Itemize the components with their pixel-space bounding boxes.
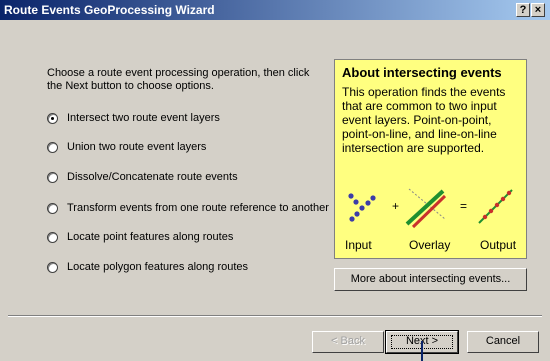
radio-button[interactable]: [47, 171, 58, 183]
overlay-label: Overlay: [409, 238, 451, 252]
radio-button-checked[interactable]: [47, 112, 58, 124]
option-label: Transform events from one route referenc…: [67, 202, 329, 214]
output-label: Output: [480, 238, 517, 252]
radio-button[interactable]: [47, 261, 58, 273]
intersect-diagram: + =: [348, 188, 513, 229]
info-description: This operation finds the events that are…: [342, 85, 506, 155]
option-dissolve[interactable]: Dissolve/Concatenate route events: [47, 169, 238, 185]
cancel-button[interactable]: Cancel: [467, 331, 539, 353]
text-cursor-icon: [421, 341, 423, 361]
option-label: Locate polygon features along routes: [67, 261, 249, 273]
option-locate-polygon[interactable]: Locate polygon features along routes: [47, 259, 248, 275]
option-intersect[interactable]: Intersect two route event layers: [47, 110, 220, 126]
input-points-icon: [348, 193, 376, 222]
option-label: Intersect two route event layers: [67, 112, 220, 124]
instructions-text: Choose a route event processing operatio…: [47, 67, 310, 92]
option-transform[interactable]: Transform events from one route referenc…: [47, 200, 329, 216]
wizard-window: Route Events GeoProcessing Wizard ? × Ch…: [0, 0, 550, 361]
radio-button[interactable]: [47, 202, 58, 214]
overlay-line-icon: [405, 188, 447, 229]
input-label: Input: [345, 238, 372, 252]
equals-sign: =: [460, 199, 467, 213]
close-button[interactable]: ×: [531, 3, 545, 17]
separator: [8, 315, 542, 317]
info-title: About intersecting events: [342, 65, 502, 80]
title-bar: Route Events GeoProcessing Wizard ? ×: [0, 0, 550, 20]
info-panel: About intersecting events This operation…: [334, 59, 527, 259]
option-union[interactable]: Union two route event layers: [47, 139, 206, 155]
more-info-button[interactable]: More about intersecting events...: [334, 268, 527, 291]
radio-button[interactable]: [47, 231, 58, 243]
radio-button[interactable]: [47, 141, 58, 153]
option-locate-point[interactable]: Locate point features along routes: [47, 229, 233, 245]
plus-sign: +: [392, 199, 399, 213]
operation-panel: Choose a route event processing operatio…: [47, 67, 329, 273]
option-label: Dissolve/Concatenate route events: [67, 171, 238, 183]
window-title: Route Events GeoProcessing Wizard: [4, 3, 215, 17]
back-button[interactable]: < Back: [312, 331, 384, 353]
option-label: Union two route event layers: [67, 141, 207, 153]
help-button[interactable]: ?: [516, 3, 530, 17]
option-label: Locate point features along routes: [67, 231, 234, 243]
output-points-icon: [478, 189, 513, 224]
